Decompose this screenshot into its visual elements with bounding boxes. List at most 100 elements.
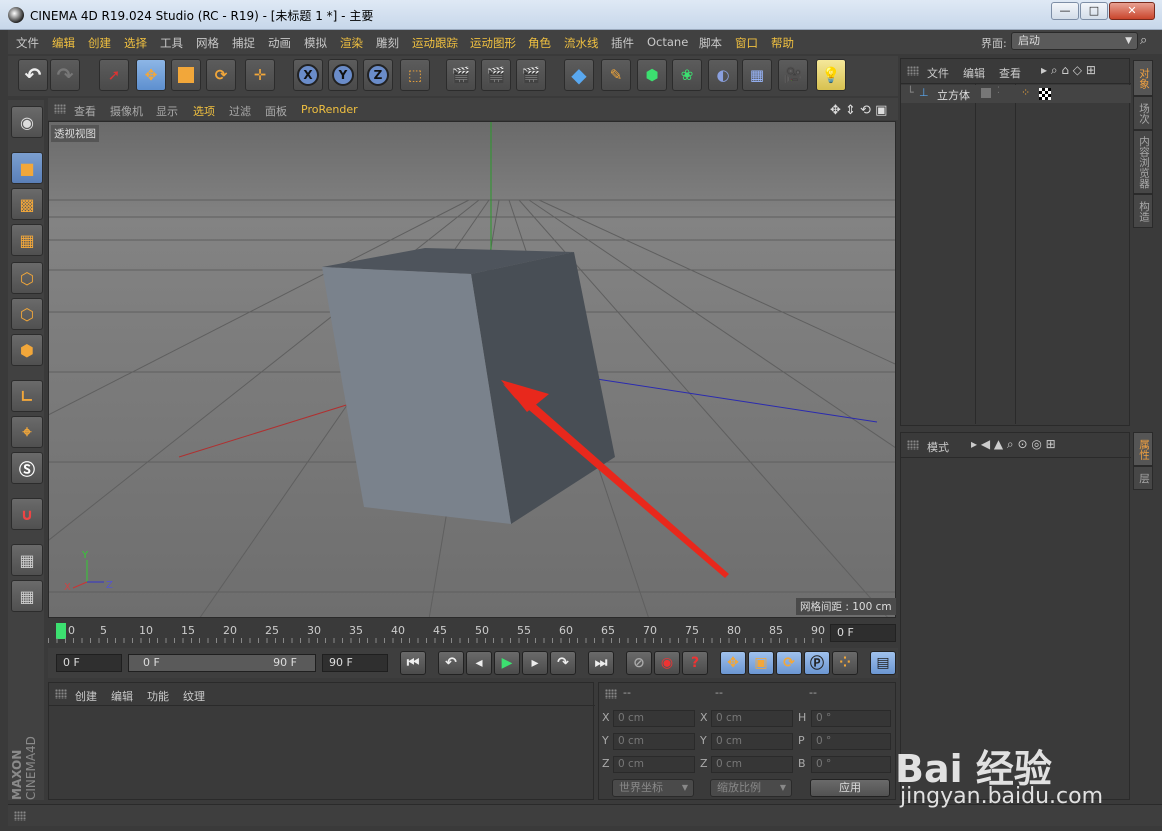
polygons-mode-button[interactable]: ⬢ — [11, 334, 43, 366]
visibility-dots-icon[interactable]: ⁚ — [997, 86, 1000, 96]
menu-mograph[interactable]: 运动图形 — [470, 35, 516, 51]
key-rotation-button[interactable]: ⟳ — [776, 651, 802, 675]
transform-tool-button[interactable]: ✛ — [245, 59, 275, 91]
panel-grip-icon[interactable] — [605, 689, 617, 699]
playhead-marker[interactable] — [56, 623, 66, 639]
rotate-tool-button[interactable]: ⟳ — [206, 59, 236, 91]
attribute-menu-mode[interactable]: 模式 — [927, 439, 949, 455]
x-axis-lock-button[interactable]: X — [293, 59, 323, 91]
menu-help[interactable]: 帮助 — [771, 35, 794, 51]
keyframe-selection-button[interactable]: ? — [682, 651, 708, 675]
tab-content-browser[interactable]: 内容浏览器 — [1133, 130, 1153, 194]
goto-next-key-button[interactable]: ↷ — [550, 651, 576, 675]
viewport-menu-panel[interactable]: 面板 — [265, 103, 287, 119]
material-menu-texture[interactable]: 纹理 — [183, 688, 205, 704]
coord-size-y-field[interactable]: 0 cm — [711, 733, 793, 750]
goto-start-button[interactable]: ⏮ — [400, 651, 426, 675]
menu-motion-tracking[interactable]: 运动跟踪 — [412, 35, 458, 51]
viewport-menu-prorender[interactable]: ProRender — [301, 103, 358, 116]
axis-mode-button[interactable]: ∟ — [11, 380, 43, 412]
viewport-menu-display[interactable]: 显示 — [156, 103, 178, 119]
end-frame-field[interactable]: 90 F — [322, 654, 388, 672]
coord-rot-p-field[interactable]: 0 ° — [811, 733, 891, 750]
menu-simulate[interactable]: 模拟 — [304, 35, 327, 51]
tab-takes[interactable]: 场次 — [1133, 96, 1153, 130]
viewport-nav-icons[interactable]: ✥ ⇕ ⟲ ▣ — [830, 103, 887, 118]
menu-snap[interactable]: 捕捉 — [232, 35, 255, 51]
deformer-button[interactable]: ◐ — [708, 59, 738, 91]
workplane-lock-button[interactable]: ▦ — [11, 544, 43, 576]
object-menu-view[interactable]: 查看 — [999, 65, 1021, 81]
coordinate-mode-select[interactable]: 世界坐标 ▼ — [612, 779, 694, 797]
coord-pos-y-field[interactable]: 0 cm — [613, 733, 695, 750]
material-menu-function[interactable]: 功能 — [147, 688, 169, 704]
viewport-menu-view[interactable]: 查看 — [74, 103, 96, 119]
play-button[interactable]: ▶ — [494, 651, 520, 675]
render-to-picture-viewer-button[interactable]: 🎬 — [481, 59, 511, 91]
floor-button[interactable]: ▦ — [742, 59, 772, 91]
perspective-viewport[interactable]: Y Z X — [48, 121, 896, 618]
tag-icon[interactable]: ⁘ — [1021, 86, 1030, 99]
close-button[interactable]: ✕ — [1109, 2, 1155, 20]
step-back-button[interactable]: ◂ — [466, 651, 492, 675]
menu-script[interactable]: 脚本 — [699, 35, 722, 51]
menu-character[interactable]: 角色 — [528, 35, 551, 51]
panel-grip-icon[interactable] — [14, 811, 26, 821]
start-frame-field[interactable]: 0 F — [56, 654, 122, 672]
menu-edit[interactable]: 编辑 — [52, 35, 75, 51]
texture-mode-button[interactable]: ▩ — [11, 188, 43, 220]
object-toolbar-icons[interactable]: ▸ ⌕ ⌂ ◇ ⊞ — [1041, 63, 1096, 78]
coord-rot-b-field[interactable]: 0 ° — [811, 756, 891, 773]
timeline-window-button[interactable]: ▤ — [870, 651, 896, 675]
render-view-button[interactable]: 🎬 — [446, 59, 476, 91]
tab-objects[interactable]: 对象 — [1133, 60, 1153, 96]
attribute-toolbar-icons[interactable]: ▸ ◀ ▲ ⌕ ⊙ ◎ ⊞ — [971, 437, 1056, 452]
z-axis-lock-button[interactable]: Z — [363, 59, 393, 91]
coord-size-x-field[interactable]: 0 cm — [711, 710, 793, 727]
menu-render[interactable]: 渲染 — [340, 35, 363, 51]
preview-range-slider[interactable]: 0 F 90 F — [128, 654, 316, 672]
menu-sculpt[interactable]: 雕刻 — [376, 35, 399, 51]
size-mode-select[interactable]: 缩放比例 ▼ — [710, 779, 792, 797]
model-mode-button[interactable]: ■ — [11, 152, 43, 184]
panel-grip-icon[interactable] — [54, 104, 66, 114]
subdivision-button[interactable]: ⬢ — [637, 59, 667, 91]
workplane-mode-button[interactable]: ▦ — [11, 224, 43, 256]
panel-grip-icon[interactable] — [55, 689, 67, 699]
render-settings-button[interactable]: 🎬 — [516, 59, 546, 91]
move-tool-button[interactable]: ✥ — [136, 59, 166, 91]
y-axis-lock-button[interactable]: Y — [328, 59, 358, 91]
layout-select[interactable]: 启动 ▼ — [1011, 32, 1138, 50]
menu-octane[interactable]: Octane — [647, 35, 688, 49]
panel-grip-icon[interactable] — [907, 440, 919, 450]
menu-select[interactable]: 选择 — [124, 35, 147, 51]
goto-prev-key-button[interactable]: ↶ — [438, 651, 464, 675]
tab-layers[interactable]: 层 — [1133, 466, 1153, 490]
cloner-button[interactable]: ❀ — [672, 59, 702, 91]
snap-button[interactable]: Ⓢ — [11, 452, 43, 484]
panel-grip-icon[interactable] — [907, 66, 919, 76]
coordinate-system-button[interactable]: ⬚ — [400, 59, 430, 91]
workplane-rotate-button[interactable]: ▦ — [11, 580, 43, 612]
points-mode-button[interactable]: ⬡ — [11, 262, 43, 294]
coord-rot-h-field[interactable]: 0 ° — [811, 710, 891, 727]
autokey-button[interactable]: ◉ — [654, 651, 680, 675]
pen-spline-button[interactable]: ✎ — [601, 59, 631, 91]
magnet-button[interactable]: ∪ — [11, 498, 43, 530]
apply-button[interactable]: 应用 — [810, 779, 890, 797]
maximize-button[interactable]: □ — [1080, 2, 1108, 20]
menu-create[interactable]: 创建 — [88, 35, 111, 51]
current-frame-field[interactable]: 0 F — [830, 624, 896, 642]
object-menu-file[interactable]: 文件 — [927, 65, 949, 81]
tab-structure[interactable]: 构造 — [1133, 194, 1153, 228]
object-menu-edit[interactable]: 编辑 — [963, 65, 985, 81]
redo-button[interactable]: ↷ — [50, 59, 80, 91]
goto-end-button[interactable]: ⏭ — [588, 651, 614, 675]
record-keys-button[interactable]: ⊘ — [626, 651, 652, 675]
object-row[interactable]: └ ⊥ 立方体 ⁚ ⁘ — [901, 85, 1131, 103]
timeline-ruler[interactable]: 0 5 10 15 20 25 30 35 40 45 50 55 60 65 … — [48, 620, 828, 644]
viewport-menu-camera[interactable]: 摄像机 — [110, 103, 143, 119]
viewport-menu-options[interactable]: 选项 — [193, 103, 215, 119]
key-position-button[interactable]: ✥ — [720, 651, 746, 675]
undo-button[interactable]: ↶ — [18, 59, 48, 91]
